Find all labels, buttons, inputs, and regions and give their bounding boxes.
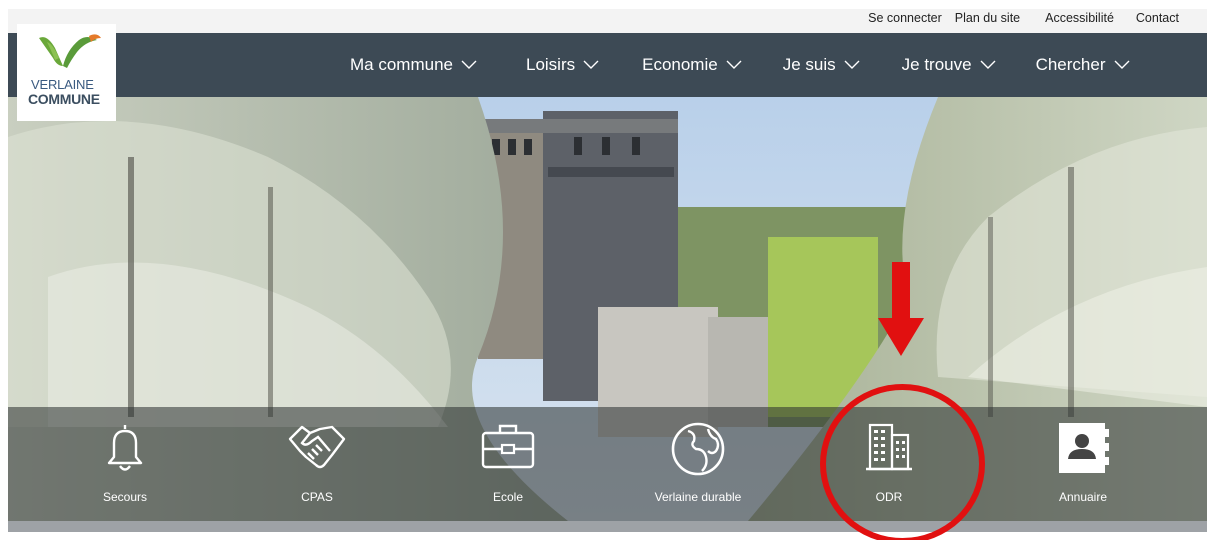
quick-access-secours[interactable]: Secours: [55, 407, 195, 521]
nav-item-je-suis[interactable]: Je suis: [783, 55, 860, 75]
nav-item-label: Je suis: [782, 55, 836, 74]
nav-item-label: Je trouve: [901, 55, 972, 74]
bottom-strip: [8, 521, 1207, 532]
globe-icon: [671, 422, 725, 476]
nav-items: Ma commune Loisirs Economie Je suis Je t…: [350, 33, 1130, 97]
briefcase-icon: [481, 424, 535, 469]
site-logo[interactable]: VERLAINE COMMUNE: [17, 24, 116, 121]
chevron-down-icon: [1114, 60, 1129, 69]
chevron-down-icon: [461, 60, 477, 69]
nav-item-loisirs[interactable]: Loisirs: [526, 55, 599, 75]
utility-bar: Se connecter Plan du site Accessibilité …: [8, 9, 1207, 33]
nav-item-label: Ma commune: [350, 55, 453, 74]
chevron-down-icon: [980, 60, 996, 69]
chevron-down-icon: [844, 60, 860, 69]
chevron-down-icon: [583, 60, 599, 69]
nav-item-chercher[interactable]: Chercher: [1036, 55, 1130, 75]
quick-access-label: CPAS: [301, 490, 333, 504]
nav-item-label: Loisirs: [525, 55, 576, 74]
nav-item-je-trouve[interactable]: Je trouve: [902, 55, 996, 75]
page: Se connecter Plan du site Accessibilité …: [8, 0, 1207, 540]
sitemap-link[interactable]: Plan du site: [955, 11, 1020, 25]
contact-book-icon: [1059, 423, 1109, 473]
contact-link[interactable]: Contact: [1136, 11, 1179, 25]
quick-access-label: Annuaire: [1058, 490, 1108, 504]
quick-access-annuaire[interactable]: Annuaire: [1013, 407, 1153, 521]
handshake-icon: [288, 425, 346, 469]
nav-item-label: Economie: [642, 55, 718, 74]
quick-access-bar: Secours CPAS Ecole Verlaine durable ODR …: [8, 407, 1207, 521]
chevron-down-icon: [726, 60, 742, 69]
verlaine-logo-mark-icon: [39, 34, 101, 68]
login-link[interactable]: Se connecter: [868, 11, 942, 25]
main-nav: Ma commune Loisirs Economie Je suis Je t…: [8, 33, 1207, 97]
red-arrow-annotation-icon: [878, 262, 924, 356]
logo-text-bottom: COMMUNE: [28, 91, 100, 107]
nav-item-label: Chercher: [1035, 55, 1106, 74]
logo-text-top: VERLAINE: [31, 77, 94, 92]
nav-item-economie[interactable]: Economie: [642, 55, 742, 75]
quick-access-label: Secours: [102, 490, 148, 504]
bell-icon: [107, 425, 143, 471]
nav-item-ma-commune[interactable]: Ma commune: [350, 55, 477, 75]
quick-access-cpas[interactable]: CPAS: [247, 407, 387, 521]
quick-access-verlaine-durable[interactable]: Verlaine durable: [628, 407, 768, 521]
quick-access-label: Ecole: [492, 490, 524, 504]
quick-access-ecole[interactable]: Ecole: [438, 407, 578, 521]
quick-access-label: Verlaine durable: [654, 490, 742, 504]
red-circle-annotation: [820, 384, 985, 540]
accessibility-link[interactable]: Accessibilité: [1045, 11, 1114, 25]
utility-links: Se connecter Plan du site Accessibilité …: [868, 11, 1179, 25]
